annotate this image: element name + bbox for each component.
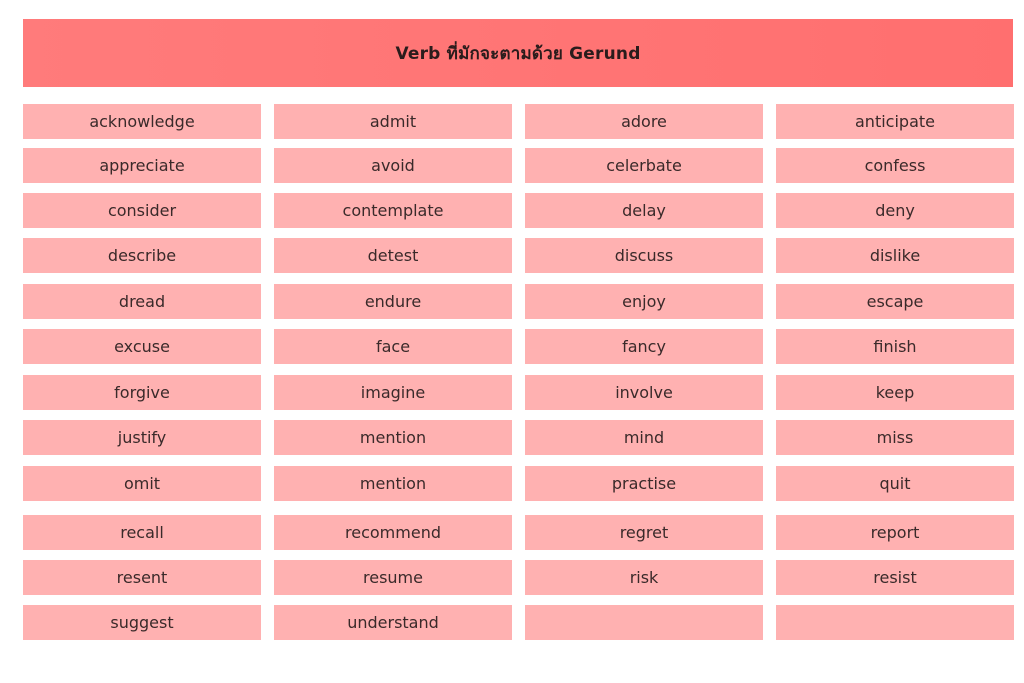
- title-bar: Verb ที่มักจะตามด้วย Gerund: [23, 19, 1013, 87]
- verb-cell: confess: [776, 148, 1014, 183]
- grid-row: acknowledge admit adore anticipate: [23, 104, 1014, 139]
- verb-cell: finish: [776, 329, 1014, 364]
- verb-cell: celerbate: [525, 148, 763, 183]
- verb-cell: understand: [274, 605, 512, 640]
- verb-cell-empty: [525, 605, 763, 640]
- verb-cell: imagine: [274, 375, 512, 410]
- verb-cell: involve: [525, 375, 763, 410]
- verb-cell: keep: [776, 375, 1014, 410]
- verb-cell: detest: [274, 238, 512, 273]
- page-title: Verb ที่มักจะตามด้วย Gerund: [395, 43, 641, 64]
- verb-cell: suggest: [23, 605, 261, 640]
- verb-cell: recall: [23, 515, 261, 550]
- verb-cell: regret: [525, 515, 763, 550]
- verb-cell: endure: [274, 284, 512, 319]
- verb-cell: recommend: [274, 515, 512, 550]
- verb-cell: escape: [776, 284, 1014, 319]
- verb-cell: adore: [525, 104, 763, 139]
- verb-cell: contemplate: [274, 193, 512, 228]
- verb-cell: avoid: [274, 148, 512, 183]
- verb-cell: fancy: [525, 329, 763, 364]
- verb-cell: justify: [23, 420, 261, 455]
- verb-cell: face: [274, 329, 512, 364]
- grid-row: excuse face fancy finish: [23, 329, 1014, 364]
- verb-cell: excuse: [23, 329, 261, 364]
- verb-cell: mind: [525, 420, 763, 455]
- verb-cell: dread: [23, 284, 261, 319]
- grid-row: justify mention mind miss: [23, 420, 1014, 455]
- verb-cell: describe: [23, 238, 261, 273]
- grid-row: omit mention practise quit: [23, 466, 1014, 501]
- grid-row: recall recommend regret report: [23, 515, 1014, 550]
- verb-cell: delay: [525, 193, 763, 228]
- verb-cell: mention: [274, 466, 512, 501]
- verb-cell: acknowledge: [23, 104, 261, 139]
- verb-cell-empty: [776, 605, 1014, 640]
- verb-cell: admit: [274, 104, 512, 139]
- verb-cell: resume: [274, 560, 512, 595]
- verb-cell: report: [776, 515, 1014, 550]
- verb-cell: appreciate: [23, 148, 261, 183]
- grid-row: resent resume risk resist: [23, 560, 1014, 595]
- verb-cell: consider: [23, 193, 261, 228]
- grid-row: forgive imagine involve keep: [23, 375, 1014, 410]
- grid-row: suggest understand: [23, 605, 1014, 640]
- verb-cell: mention: [274, 420, 512, 455]
- grid-row: appreciate avoid celerbate confess: [23, 148, 1014, 183]
- verb-cell: risk: [525, 560, 763, 595]
- verb-cell: resent: [23, 560, 261, 595]
- grid-row: consider contemplate delay deny: [23, 193, 1014, 228]
- verb-cell: anticipate: [776, 104, 1014, 139]
- verb-cell: enjoy: [525, 284, 763, 319]
- verb-cell: miss: [776, 420, 1014, 455]
- grid-row: describe detest discuss dislike: [23, 238, 1014, 273]
- verb-cell: omit: [23, 466, 261, 501]
- grid-row: dread endure enjoy escape: [23, 284, 1014, 319]
- verb-cell: practise: [525, 466, 763, 501]
- verb-cell: dislike: [776, 238, 1014, 273]
- verb-cell: deny: [776, 193, 1014, 228]
- verb-cell: quit: [776, 466, 1014, 501]
- verb-cell: forgive: [23, 375, 261, 410]
- verb-cell: resist: [776, 560, 1014, 595]
- verb-cell: discuss: [525, 238, 763, 273]
